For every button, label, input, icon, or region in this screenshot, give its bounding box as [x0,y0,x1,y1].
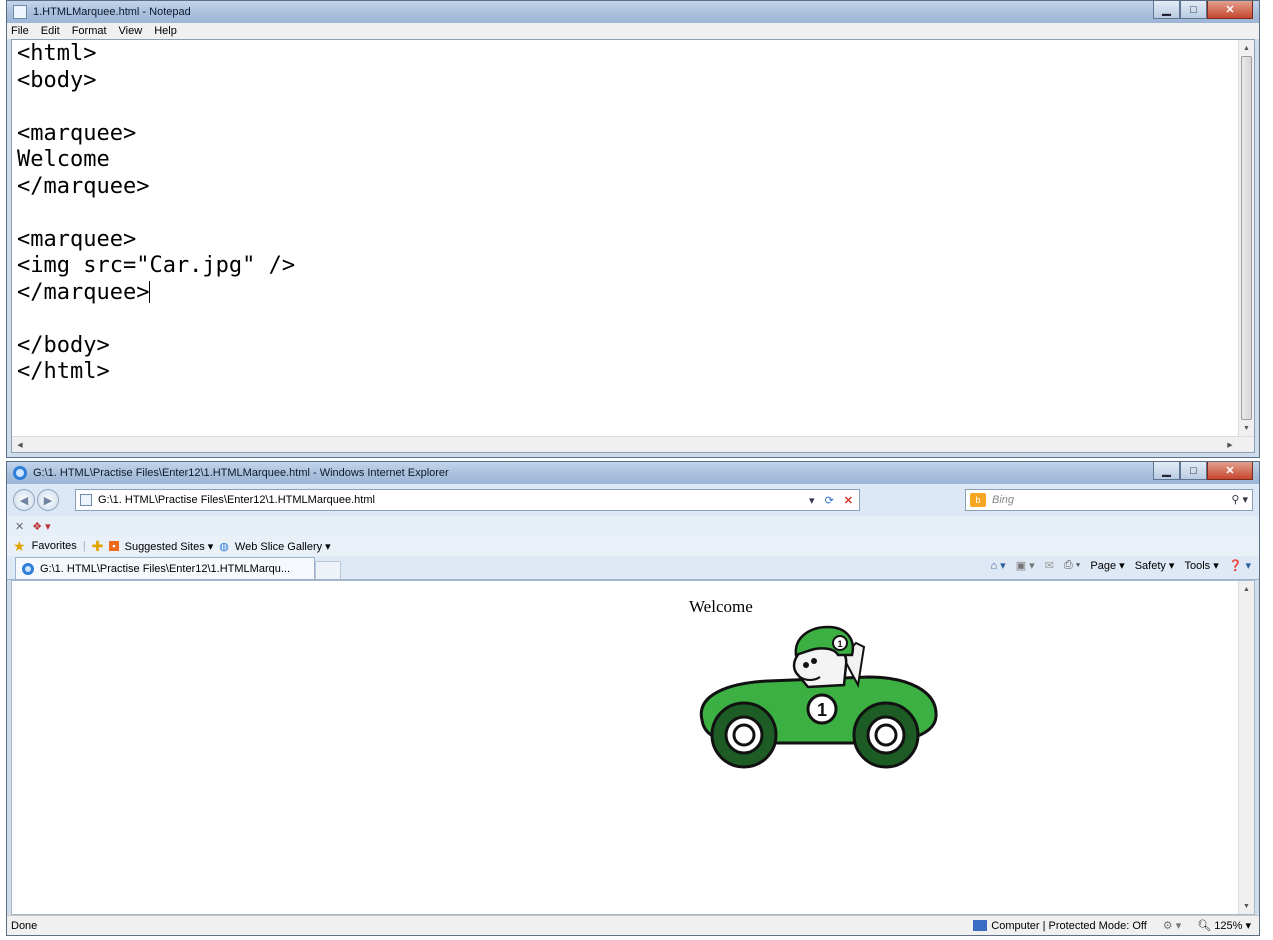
scroll-left-arrow[interactable]: ◀ [12,437,28,452]
security-zone-text: Computer | Protected Mode: Off [991,919,1147,932]
favorites-bar: ★ Favorites | ✚ ▪ Suggested Sites ▾ ◍ We… [7,536,1259,556]
page-menu[interactable]: Page ▾ [1090,559,1124,572]
scroll-up-arrow[interactable]: ▲ [1239,40,1254,56]
text-caret [149,280,151,303]
close-button[interactable]: ✕ [1207,462,1253,480]
notepad-window: 1.HTMLMarquee.html - Notepad ▁ □ ✕ File … [6,0,1260,458]
favorites-star-icon: ★ [13,537,26,554]
page-scroll-down-arrow[interactable]: ▼ [1239,898,1254,914]
zoom-icon: 🔍︎ [1197,920,1212,932]
home-icon[interactable]: ⌂ ▾ [990,559,1005,572]
add-favorites-icon[interactable]: ✚ [92,538,104,555]
menu-view[interactable]: View [119,25,143,37]
car-image: 1 1 [699,625,938,769]
maximize-button[interactable]: □ [1180,462,1207,480]
code-line[interactable]: </marquee> [17,280,295,307]
print-icon[interactable]: ⎙ ▾ [1064,559,1080,572]
zoom-control[interactable]: 🔍︎ 125% ▾ [1197,919,1251,932]
code-line[interactable]: <img src="Car.jpg" /> [17,253,295,280]
tab-title[interactable]: G:\1. HTML\Practise Files\Enter12\1.HTML… [40,563,290,575]
add-on-icon[interactable]: ❖ ▾ [32,520,50,533]
feeds-icon[interactable]: ▣ ▾ [1016,559,1035,572]
computer-icon [973,920,988,932]
scroll-right-arrow[interactable]: ▶ [1222,437,1238,452]
code-line[interactable] [17,94,295,121]
navigation-bar: ◀ ▶ G:\1. HTML\Practise Files\Enter12\1.… [7,484,1259,516]
forward-button[interactable]: ▶ [37,489,59,511]
tools-menu[interactable]: Tools ▾ [1184,559,1218,572]
tab-row: G:\1. HTML\Practise Files\Enter12\1.HTML… [7,556,1259,580]
maximize-button[interactable]: □ [1180,1,1207,19]
scroll-thumb[interactable] [1241,56,1252,420]
suggested-sites-icon: ▪ [109,541,119,551]
minimize-button[interactable]: ▁ [1153,1,1180,19]
vertical-scrollbar[interactable]: ▲ ▼ [1238,40,1254,436]
close-toolbar-icon[interactable]: ✕ [15,520,24,533]
menu-file[interactable]: File [11,25,29,37]
zoom-level: 125% [1214,920,1243,932]
minimize-button[interactable]: ▁ [1153,462,1180,480]
address-bar[interactable]: G:\1. HTML\Practise Files\Enter12\1.HTML… [75,489,860,511]
safety-menu[interactable]: Safety ▾ [1135,559,1175,572]
help-icon[interactable]: ❓ ▾ [1229,559,1251,572]
code-line[interactable]: </html> [17,359,295,386]
notepad-menubar: File Edit Format View Help [7,23,1259,39]
new-tab-button[interactable] [315,561,341,579]
menu-edit[interactable]: Edit [41,25,60,37]
front-wheel [852,701,920,769]
read-mail-icon[interactable]: ✉ [1045,559,1054,572]
stop-icon[interactable]: ✕ [844,494,853,507]
menu-format[interactable]: Format [72,25,107,37]
close-button[interactable]: ✕ [1207,1,1253,19]
notepad-titlebar[interactable]: 1.HTMLMarquee.html - Notepad ▁ □ ✕ [7,1,1259,23]
security-zone[interactable]: Computer | Protected Mode: Off [973,920,1147,932]
web-slice-icon: ◍ [219,540,229,553]
web-slice-gallery-link[interactable]: Web Slice Gallery ▾ [235,540,331,553]
search-box[interactable]: b Bing ⚲ ▾ [965,489,1253,511]
code-line[interactable]: Welcome [17,147,295,174]
page-vertical-scrollbar[interactable]: ▲ ▼ [1238,581,1254,914]
code-line[interactable]: <body> [17,68,295,95]
ie-icon [13,466,27,480]
horizontal-scrollbar[interactable]: ◀ ▶ [12,436,1254,452]
address-dropdown-icon[interactable]: ▾ [809,494,815,507]
command-row: ✕ ❖ ▾ [7,516,1259,536]
browser-title: G:\1. HTML\Practise Files\Enter12\1.HTML… [33,467,449,479]
code-line[interactable] [17,200,295,227]
svg-text:1: 1 [837,639,842,649]
marquee-welcome-text: Welcome [689,597,753,616]
code-line[interactable]: <html> [17,41,295,68]
back-button[interactable]: ◀ [13,489,35,511]
status-text: Done [11,919,38,932]
code-line[interactable]: </body> [17,333,295,360]
menu-help[interactable]: Help [154,25,177,37]
address-text[interactable]: G:\1. HTML\Practise Files\Enter12\1.HTML… [98,494,375,506]
code-line[interactable]: </marquee> [17,174,295,201]
page-icon [80,494,92,506]
search-placeholder: Bing [992,494,1015,506]
refresh-icon[interactable]: ⟳ [825,494,834,507]
browser-window: G:\1. HTML\Practise Files\Enter12\1.HTML… [6,461,1260,936]
search-icon[interactable]: ⚲ ▾ [1231,493,1248,506]
active-tab[interactable]: G:\1. HTML\Practise Files\Enter12\1.HTML… [15,557,315,579]
car-number-text: 1 [817,700,827,720]
protected-mode-icon[interactable]: ⚙ ▾ [1163,919,1181,932]
scroll-down-arrow[interactable]: ▼ [1239,420,1254,436]
code-text[interactable]: <html> <body> <marquee> Welcome </marquee> <m… [17,41,295,386]
status-bar: Done Computer | Protected Mode: Off ⚙ ▾ … [7,915,1259,935]
code-line[interactable]: <marquee> [17,121,295,148]
rear-wheel [710,701,778,769]
code-line[interactable]: <marquee> [17,227,295,254]
suggested-sites-link[interactable]: Suggested Sites ▾ [125,540,214,553]
code-line[interactable] [17,306,295,333]
favorites-button[interactable]: Favorites [32,540,77,552]
notepad-title: 1.HTMLMarquee.html - Notepad [33,6,191,18]
page-content: Welcome 1 1 ▲ ▼ [11,580,1255,915]
page-scroll-up-arrow[interactable]: ▲ [1239,581,1254,597]
bing-icon: b [970,493,986,507]
notepad-icon [13,5,27,19]
browser-titlebar[interactable]: G:\1. HTML\Practise Files\Enter12\1.HTML… [7,462,1259,484]
text-editor[interactable]: <html> <body> <marquee> Welcome </marquee> <m… [11,39,1255,453]
tab-ie-icon [22,562,34,575]
